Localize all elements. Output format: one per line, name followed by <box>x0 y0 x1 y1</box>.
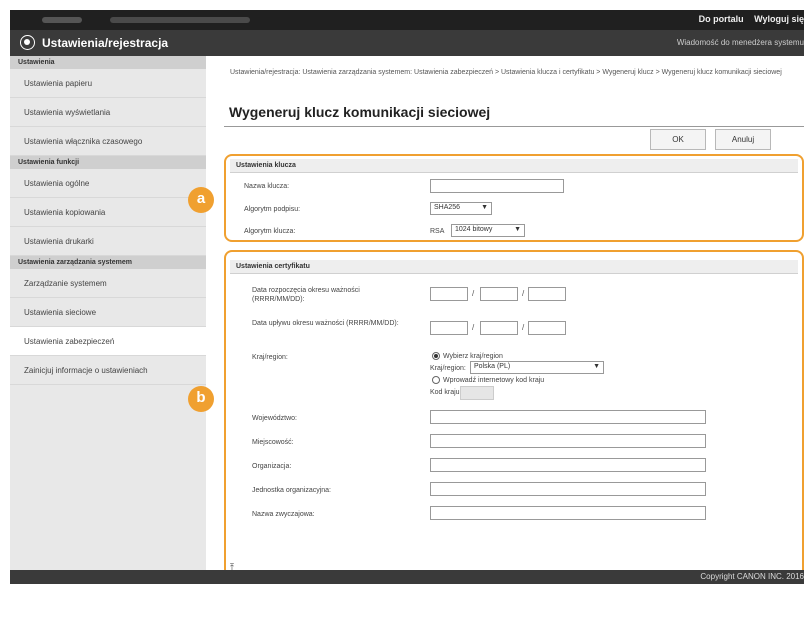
ok-button[interactable]: OK <box>650 129 706 150</box>
settings-logo-icon <box>20 35 35 50</box>
sidebar-item-security[interactable]: Ustawienia zabezpieczeń <box>10 327 206 356</box>
org-unit-input[interactable] <box>430 482 706 496</box>
sidebar-item-system-management[interactable]: Zarządzanie systemem <box>10 269 206 298</box>
country-label: Kraj/region: <box>252 354 288 361</box>
portal-link[interactable]: Do portalu <box>699 14 744 24</box>
key-settings-heading: Ustawienia klucza <box>230 159 798 173</box>
certificate-settings-heading: Ustawienia certyfikatu <box>230 260 798 274</box>
organization-input[interactable] <box>430 458 706 472</box>
top-bar: Do portalu Wyloguj się <box>10 10 804 30</box>
sidebar-item-network[interactable]: Ustawienia sieciowe <box>10 298 206 327</box>
main-content: Ustawienia/rejestracja: Ustawienia zarzą… <box>188 56 804 582</box>
internet-code-radio[interactable] <box>432 376 440 384</box>
sidebar-heading-functions: Ustawienia funkcji <box>10 156 206 169</box>
country-select-value: Polska (PL) <box>474 363 511 370</box>
callout-a: a <box>188 187 214 213</box>
device-name-blurred <box>42 17 82 23</box>
choose-country-label: Wybierz kraj/region <box>443 353 503 360</box>
country-select-label: Kraj/region: <box>430 365 466 372</box>
choose-country-radio[interactable] <box>432 352 440 360</box>
signature-algorithm-label: Algorytm podpisu: <box>244 206 301 213</box>
page-title: Wygeneruj klucz komunikacji sieciowej <box>229 104 491 120</box>
sidebar-item-timer[interactable]: Ustawienia włącznika czasowego <box>10 127 206 156</box>
footer-bar: Copyright CANON INC. 2016 <box>10 570 804 584</box>
common-name-label: Nazwa zwyczajowa: <box>252 511 315 518</box>
breadcrumb: Ustawienia/rejestracja: Ustawienia zarzą… <box>230 69 782 76</box>
top-links: Do portalu Wyloguj się <box>691 14 804 24</box>
sidebar-item-paper[interactable]: Ustawienia papieru <box>10 69 206 98</box>
chevron-down-icon: ▼ <box>481 204 488 211</box>
app-title: Ustawienia/rejestracja <box>42 36 169 50</box>
key-settings-group: Ustawienia klucza Nazwa klucza: Algorytm… <box>224 154 804 242</box>
system-manager-message-link[interactable]: Wiadomość do menedżera systemu <box>677 38 804 47</box>
logout-link[interactable]: Wyloguj się <box>754 14 804 24</box>
chevron-down-icon: ▼ <box>593 363 600 370</box>
date-separator: / <box>522 289 525 298</box>
organization-label: Organizacja: <box>252 463 292 470</box>
country-code-label: Kod kraju: <box>430 389 462 396</box>
callout-b: b <box>188 386 214 412</box>
device-info-blurred <box>110 17 250 23</box>
key-name-label: Nazwa klucza: <box>244 183 290 190</box>
signature-algorithm-value: SHA256 <box>434 204 461 211</box>
province-input[interactable] <box>430 410 706 424</box>
sidebar: Ustawienia Ustawienia papieru Ustawienia… <box>10 56 206 570</box>
title-divider <box>224 126 804 127</box>
common-name-input[interactable] <box>430 506 706 520</box>
certificate-settings-group: Ustawienia certyfikatu Data rozpoczęcia … <box>224 250 804 582</box>
internet-code-label: Wprowadź internetowy kod kraju <box>443 377 545 384</box>
signature-algorithm-select[interactable]: SHA256 ▼ <box>430 202 492 215</box>
key-algorithm-label: Algorytm klucza: <box>244 228 296 235</box>
city-input[interactable] <box>430 434 706 448</box>
end-date-day-input[interactable] <box>528 321 566 335</box>
end-date-month-input[interactable] <box>480 321 518 335</box>
start-date-month-input[interactable] <box>480 287 518 301</box>
start-date-label: Data rozpoczęcia okresu ważności (RRRR/M… <box>252 287 360 303</box>
country-select[interactable]: Polska (PL) ▼ <box>470 361 604 374</box>
city-label: Miejscowość: <box>252 439 294 446</box>
country-code-input[interactable] <box>460 386 494 400</box>
start-date-year-input[interactable] <box>430 287 468 301</box>
copyright: Copyright CANON INC. 2016 <box>700 572 804 581</box>
province-label: Województwo: <box>252 415 298 422</box>
chevron-down-icon: ▼ <box>514 226 521 233</box>
sidebar-item-copy[interactable]: Ustawienia kopiowania <box>10 198 206 227</box>
start-date-day-input[interactable] <box>528 287 566 301</box>
date-separator: / <box>472 289 475 298</box>
key-algorithm-type: RSA <box>430 228 445 235</box>
sidebar-heading-system: Ustawienia zarządzania systemem <box>10 256 206 269</box>
key-length-value: 1024 bitowy <box>455 226 493 233</box>
footer-blank <box>10 584 804 617</box>
end-date-label: Data upływu okresu ważności (RRRR/MM/DD)… <box>252 320 399 327</box>
sidebar-heading-settings: Ustawienia <box>10 56 206 69</box>
org-unit-label: Jednostka organizacyjna: <box>252 487 331 494</box>
date-separator: / <box>522 323 525 332</box>
cancel-button[interactable]: Anuluj <box>715 129 771 150</box>
date-separator: / <box>472 323 475 332</box>
sidebar-item-printer[interactable]: Ustawienia drukarki <box>10 227 206 256</box>
sidebar-item-display[interactable]: Ustawienia wyświetlania <box>10 98 206 127</box>
key-name-input[interactable] <box>430 179 564 193</box>
key-length-select[interactable]: 1024 bitowy ▼ <box>451 224 525 237</box>
sidebar-item-general[interactable]: Ustawienia ogólne <box>10 169 206 198</box>
title-bar: Ustawienia/rejestracja Wiadomość do mene… <box>10 30 804 56</box>
end-date-year-input[interactable] <box>430 321 468 335</box>
sidebar-item-initialize[interactable]: Zainicjuj informacje o ustawieniach <box>10 356 206 385</box>
